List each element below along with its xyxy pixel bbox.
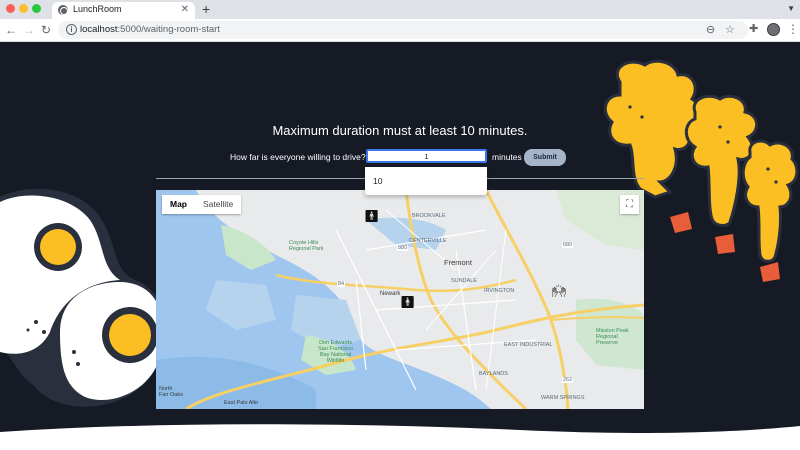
submit-button[interactable]: Submit	[524, 149, 566, 166]
chevron-down-icon[interactable]: ▼	[787, 4, 795, 13]
validation-message: Maximum duration must at least 10 minute…	[272, 123, 528, 138]
info-icon[interactable]: i	[66, 24, 77, 35]
route-shield-84: 84	[337, 281, 346, 287]
person-marker-icon[interactable]: 🚹︎	[400, 296, 415, 308]
map-label-baylands: BAYLANDS	[479, 371, 508, 377]
close-icon[interactable]: ✕	[181, 3, 189, 17]
star-icon[interactable]: ☆	[725, 23, 735, 37]
tab-title: LunchRoom	[73, 4, 122, 14]
drive-form: How far is everyone willing to drive? mi…	[156, 149, 644, 167]
route-shield-262: 262	[562, 377, 574, 383]
profile-avatar[interactable]	[767, 23, 780, 36]
map-label-don-edwards: Don Edwards San Francisco Bay National Wild…	[318, 340, 354, 364]
map-label-mission-peak: Mission Peak Regional Preserve	[596, 328, 629, 346]
menu-icon[interactable]: ⋮	[787, 21, 799, 37]
reload-icon[interactable]: ↻	[41, 22, 51, 38]
map-label-east-industrial: EAST INDUSTRIAL	[504, 342, 553, 348]
maximize-window-button[interactable]	[32, 4, 41, 13]
suggestion-item[interactable]: 10	[373, 176, 382, 186]
map-type-control: Map Satellite	[162, 195, 242, 214]
map-label-warm-springs: WARM SPRINGS	[541, 395, 585, 401]
map-label-sundale: SUNDALE	[451, 278, 477, 284]
map-label-coyote-hills: Coyote Hills Regional Park	[289, 240, 324, 252]
fullscreen-icon[interactable]: ⛶	[620, 195, 639, 214]
forward-icon[interactable]: →	[23, 22, 35, 38]
map-type-map-button[interactable]: Map	[162, 195, 195, 214]
drive-minutes-input[interactable]	[366, 149, 487, 163]
map-label-fremont: Fremont	[444, 258, 472, 267]
page-content: Maximum duration must at least 10 minute…	[0, 42, 800, 450]
minimize-window-button[interactable]	[19, 4, 28, 13]
new-tab-icon[interactable]: +	[202, 1, 210, 17]
map-label-east-palo-alto: East Palo Alto	[224, 400, 259, 406]
input-suggestion-dropdown: 10	[365, 167, 487, 195]
map-label-newark: Newark	[380, 291, 401, 297]
url-text: localhost:5000/waiting-room-start	[80, 24, 220, 35]
address-bar[interactable]: i localhost:5000/waiting-room-start ⊖ ☆	[58, 21, 748, 39]
minutes-label: minutes	[492, 152, 522, 162]
back-icon[interactable]: ←	[5, 22, 17, 38]
extensions-icon[interactable]: ✚	[749, 22, 758, 35]
tab-bar: LunchRoom ✕ + ▼	[0, 0, 800, 19]
globe-icon	[58, 5, 68, 15]
person-marker-icon[interactable]: 🚹︎	[364, 210, 379, 222]
browser-tab[interactable]: LunchRoom ✕	[52, 2, 195, 19]
drive-distance-label: How far is everyone willing to drive?	[230, 152, 366, 162]
map-label-north-fair-oaks: North Fair Oaks	[159, 386, 183, 398]
browser-toolbar: ← → ↻ i localhost:5000/waiting-room-star…	[0, 19, 800, 42]
close-window-button[interactable]	[6, 4, 15, 13]
person-waving-marker-icon[interactable]: 🙌︎	[551, 285, 566, 297]
map-label-brookvale: BROOKVALE	[412, 213, 446, 219]
map-label-irvington: IRVINGTON	[484, 288, 515, 294]
zoom-icon[interactable]: ⊖	[706, 23, 715, 37]
fried-eggs-illustration	[0, 188, 167, 407]
map-label-centerville: CENTERVILLE	[409, 238, 447, 244]
route-shield-880: 880	[397, 245, 409, 251]
route-shield-680: 680	[562, 242, 574, 248]
map-type-satellite-button[interactable]: Satellite	[195, 195, 241, 214]
map-view[interactable]: Map Satellite ⛶ Fremont Newark Coyote Hi…	[156, 190, 644, 409]
bottom-wave	[0, 424, 800, 450]
